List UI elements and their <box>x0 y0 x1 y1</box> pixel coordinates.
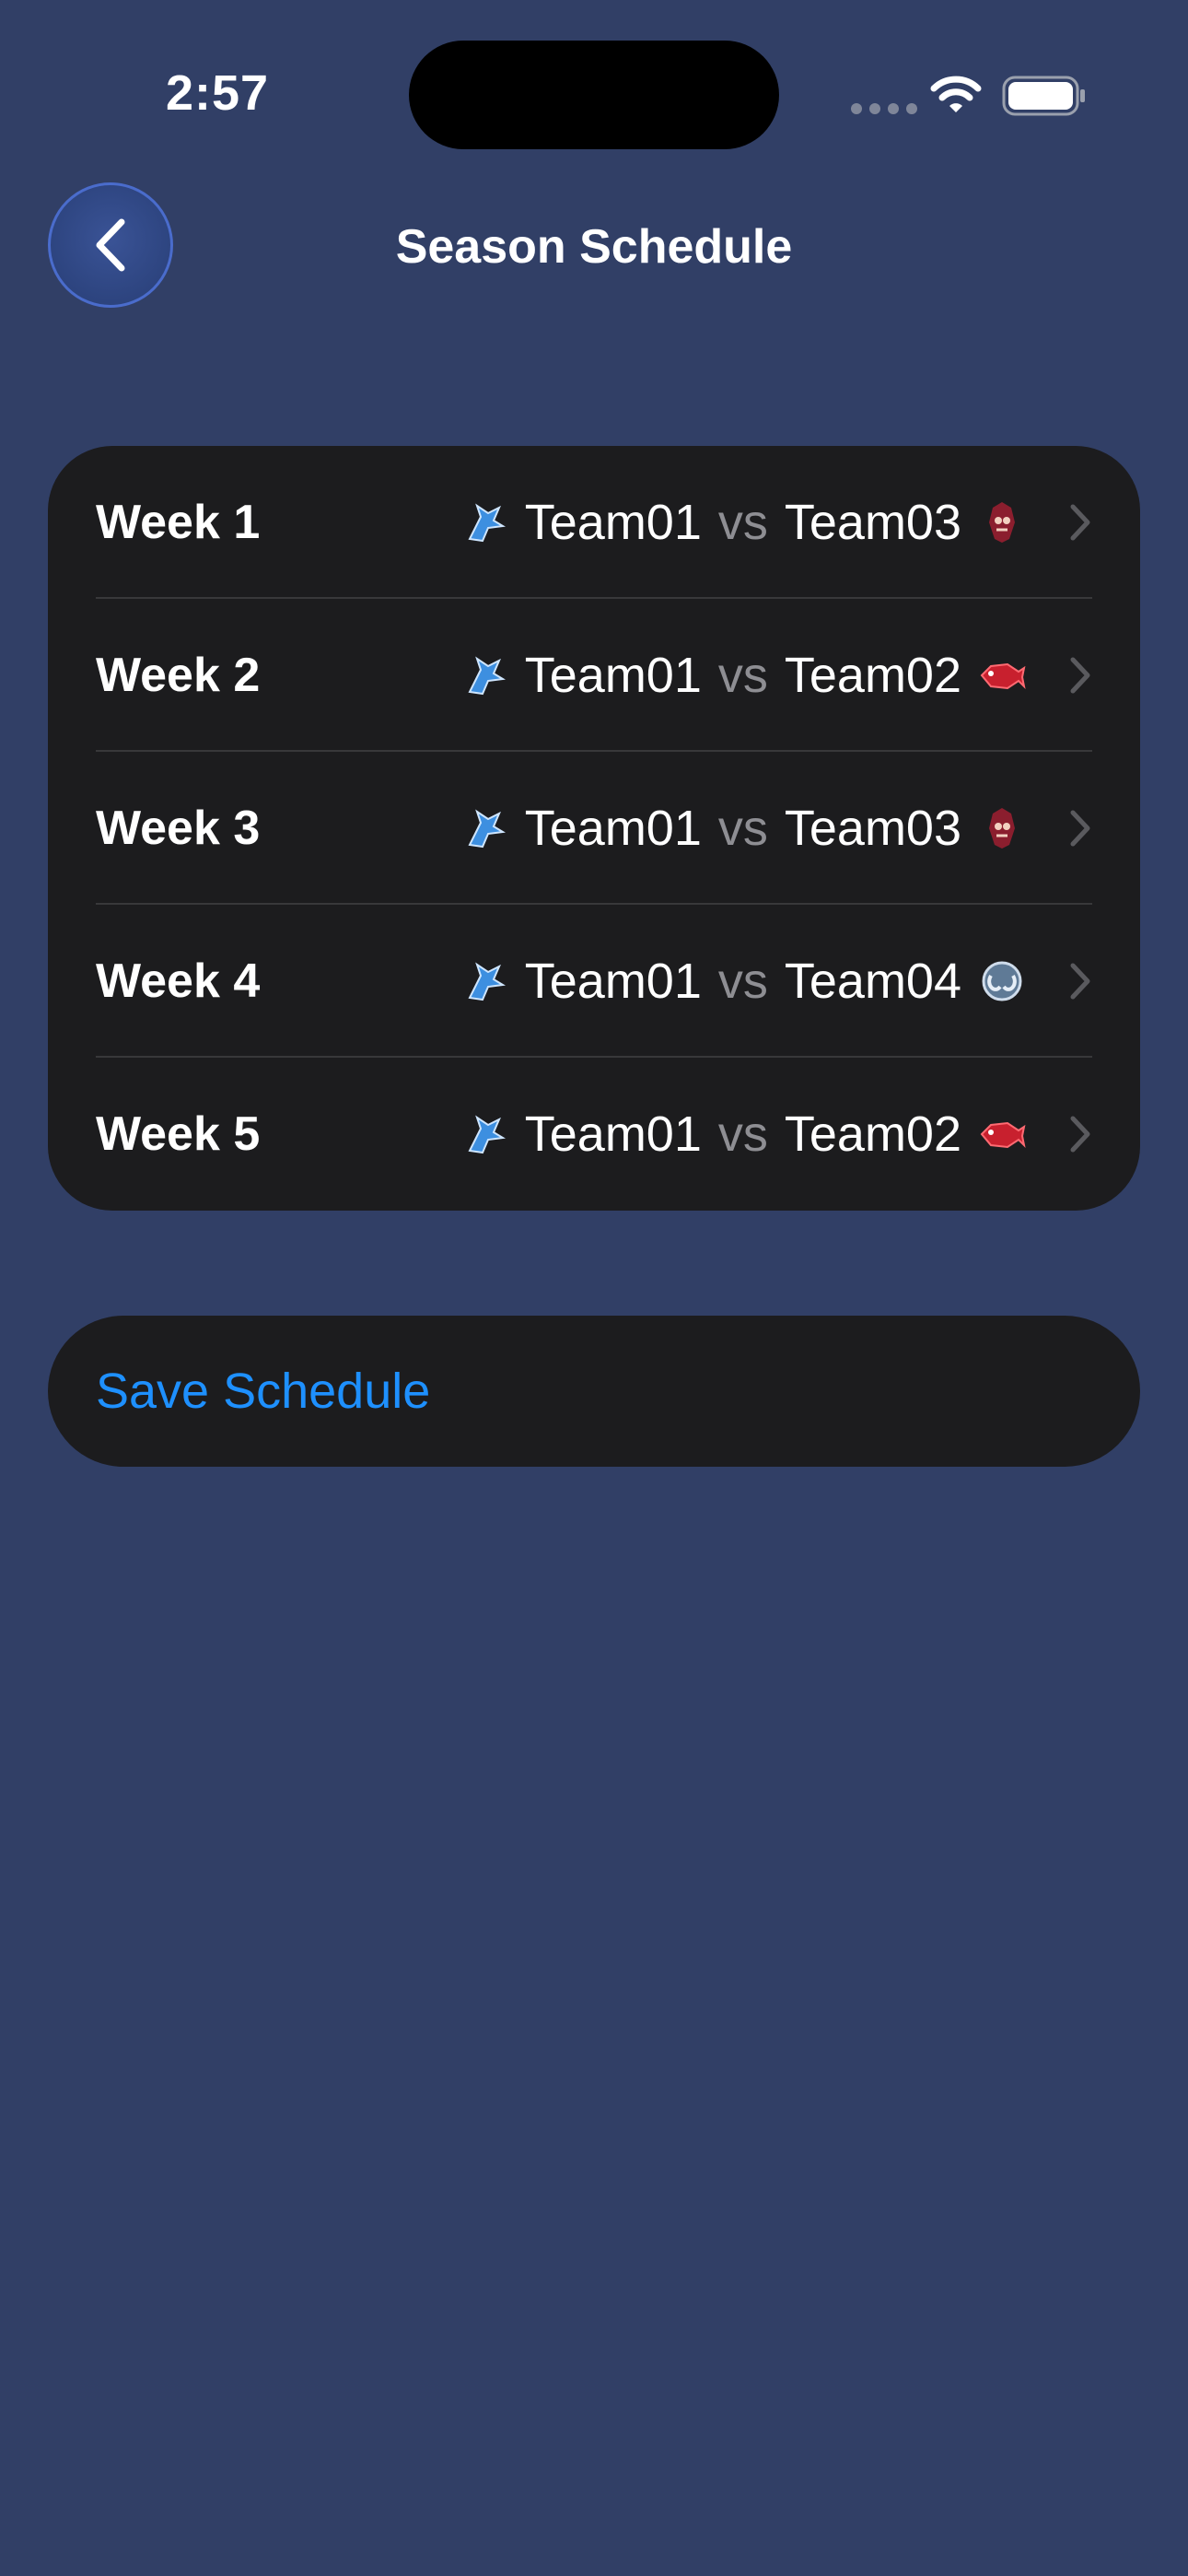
red-fish-icon <box>980 662 1026 690</box>
matchup: Team01 vs Team04 <box>460 953 1026 1010</box>
cellular-signal-icon <box>851 103 917 114</box>
page-title: Season Schedule <box>395 220 793 274</box>
week-label: Week 5 <box>96 1107 261 1161</box>
save-schedule-button[interactable]: Save Schedule <box>48 1316 1140 1467</box>
blue-jay-icon <box>468 962 506 1001</box>
blue-jay-icon <box>468 1115 506 1154</box>
vs-label: vs <box>717 954 768 1009</box>
week-row-2[interactable]: Week 2 Team01 vs Team02 <box>48 599 1140 752</box>
red-fish-icon <box>980 1121 1026 1149</box>
vs-label: vs <box>717 1107 768 1162</box>
matchup: Team01 vs Team02 <box>460 647 1026 704</box>
week-row-5[interactable]: Week 5 Team01 vs Team02 <box>48 1058 1140 1211</box>
chevron-right-icon <box>1070 504 1090 541</box>
away-team-name: Team04 <box>784 954 961 1009</box>
chevron-right-icon <box>1070 1116 1090 1153</box>
vs-label: vs <box>717 495 768 550</box>
save-schedule-label: Save Schedule <box>96 1364 431 1419</box>
wifi-icon <box>930 76 982 112</box>
week-label: Week 1 <box>96 496 261 549</box>
vs-label: vs <box>717 801 768 856</box>
home-team-name: Team01 <box>524 954 702 1009</box>
matchup: Team01 vs Team03 <box>460 494 1026 551</box>
away-team-name: Team03 <box>784 801 961 856</box>
week-label: Week 2 <box>96 649 261 702</box>
home-team-name: Team01 <box>524 1107 702 1162</box>
maroon-mascot-icon <box>989 808 1015 849</box>
dynamic-island <box>409 41 779 149</box>
blue-jay-icon <box>468 503 506 543</box>
status-bar: 2:57 <box>0 0 1188 184</box>
chevron-right-icon <box>1070 810 1090 847</box>
week-row-1[interactable]: Week 1 Team01 vs Team03 <box>48 446 1140 599</box>
week-label: Week 3 <box>96 802 261 855</box>
maroon-mascot-icon <box>989 502 1015 543</box>
away-team-name: Team02 <box>784 1107 961 1162</box>
week-label: Week 4 <box>96 954 261 1008</box>
vs-label: vs <box>717 648 768 703</box>
blue-jay-icon <box>468 656 506 696</box>
week-row-4[interactable]: Week 4 Team01 vs Team04 <box>48 905 1140 1058</box>
matchup: Team01 vs Team02 <box>460 1106 1026 1163</box>
gray-ram-icon <box>982 961 1022 1001</box>
schedule-list: Week 1 Team01 vs Team03 Week 2 Team01 vs… <box>48 446 1140 1211</box>
battery-icon <box>1002 76 1085 116</box>
status-time: 2:57 <box>166 65 270 121</box>
away-team-name: Team02 <box>784 648 961 703</box>
home-team-name: Team01 <box>524 648 702 703</box>
home-team-name: Team01 <box>524 495 702 550</box>
chevron-right-icon <box>1070 657 1090 694</box>
blue-jay-icon <box>468 809 506 849</box>
chevron-right-icon <box>1070 963 1090 1000</box>
home-team-name: Team01 <box>524 801 702 856</box>
matchup: Team01 vs Team03 <box>460 800 1026 857</box>
away-team-name: Team03 <box>784 495 961 550</box>
week-row-3[interactable]: Week 3 Team01 vs Team03 <box>48 752 1140 905</box>
